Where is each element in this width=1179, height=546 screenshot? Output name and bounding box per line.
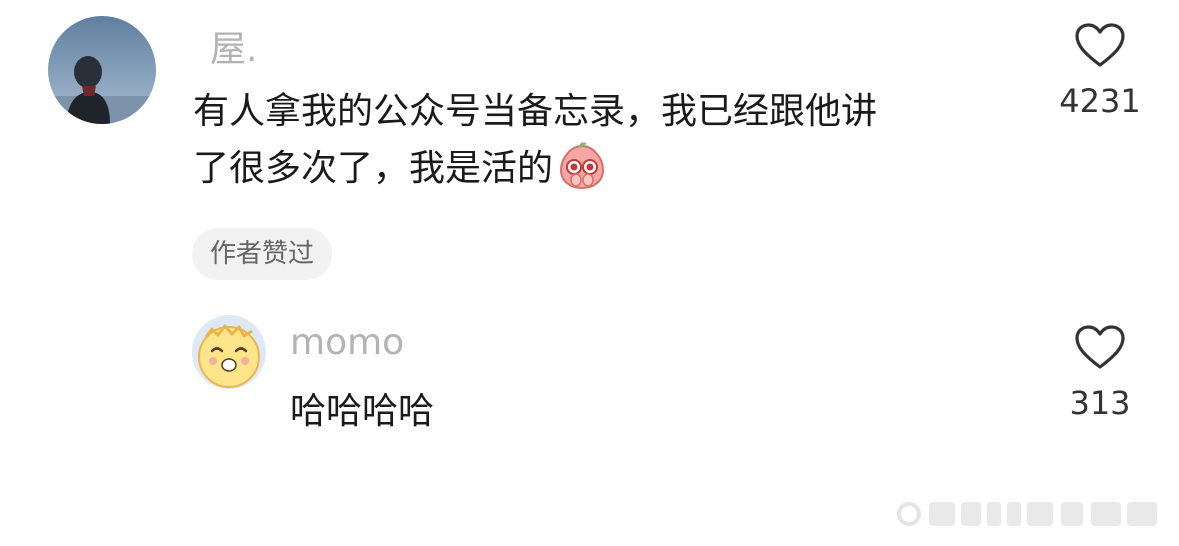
comment-text: 有人拿我的公众号当备忘录，我已经跟他讲 了很多次了，我是活的 (193, 84, 1023, 207)
avatar[interactable] (48, 16, 156, 124)
avatar[interactable] (192, 315, 266, 389)
crying-peach-face-icon (557, 140, 607, 207)
avatar-photo-icon (48, 16, 156, 124)
comment-text-line-2: 了很多次了，我是活的 (193, 148, 554, 189)
comment-text: 哈哈哈哈 (290, 391, 435, 432)
weibo-watermark-icon (895, 496, 1165, 536)
comment-text-line: 有人拿我的公众号当备忘录，我已经跟他讲 (193, 91, 878, 132)
like-count: 4231 (1059, 82, 1141, 120)
username[interactable]: 屋. (210, 20, 257, 72)
avatar-cartoon-icon (192, 315, 266, 389)
heart-icon[interactable] (1074, 22, 1126, 68)
comment-text-line: 了很多次了，我是活的 (193, 140, 1023, 207)
like-count: 313 (1069, 384, 1131, 422)
heart-icon[interactable] (1074, 324, 1126, 370)
username[interactable]: momo (290, 322, 404, 363)
like-group[interactable]: 313 (1060, 324, 1140, 422)
author-liked-badge: 作者赞过 (192, 228, 333, 280)
like-group[interactable]: 4231 (1059, 22, 1141, 120)
